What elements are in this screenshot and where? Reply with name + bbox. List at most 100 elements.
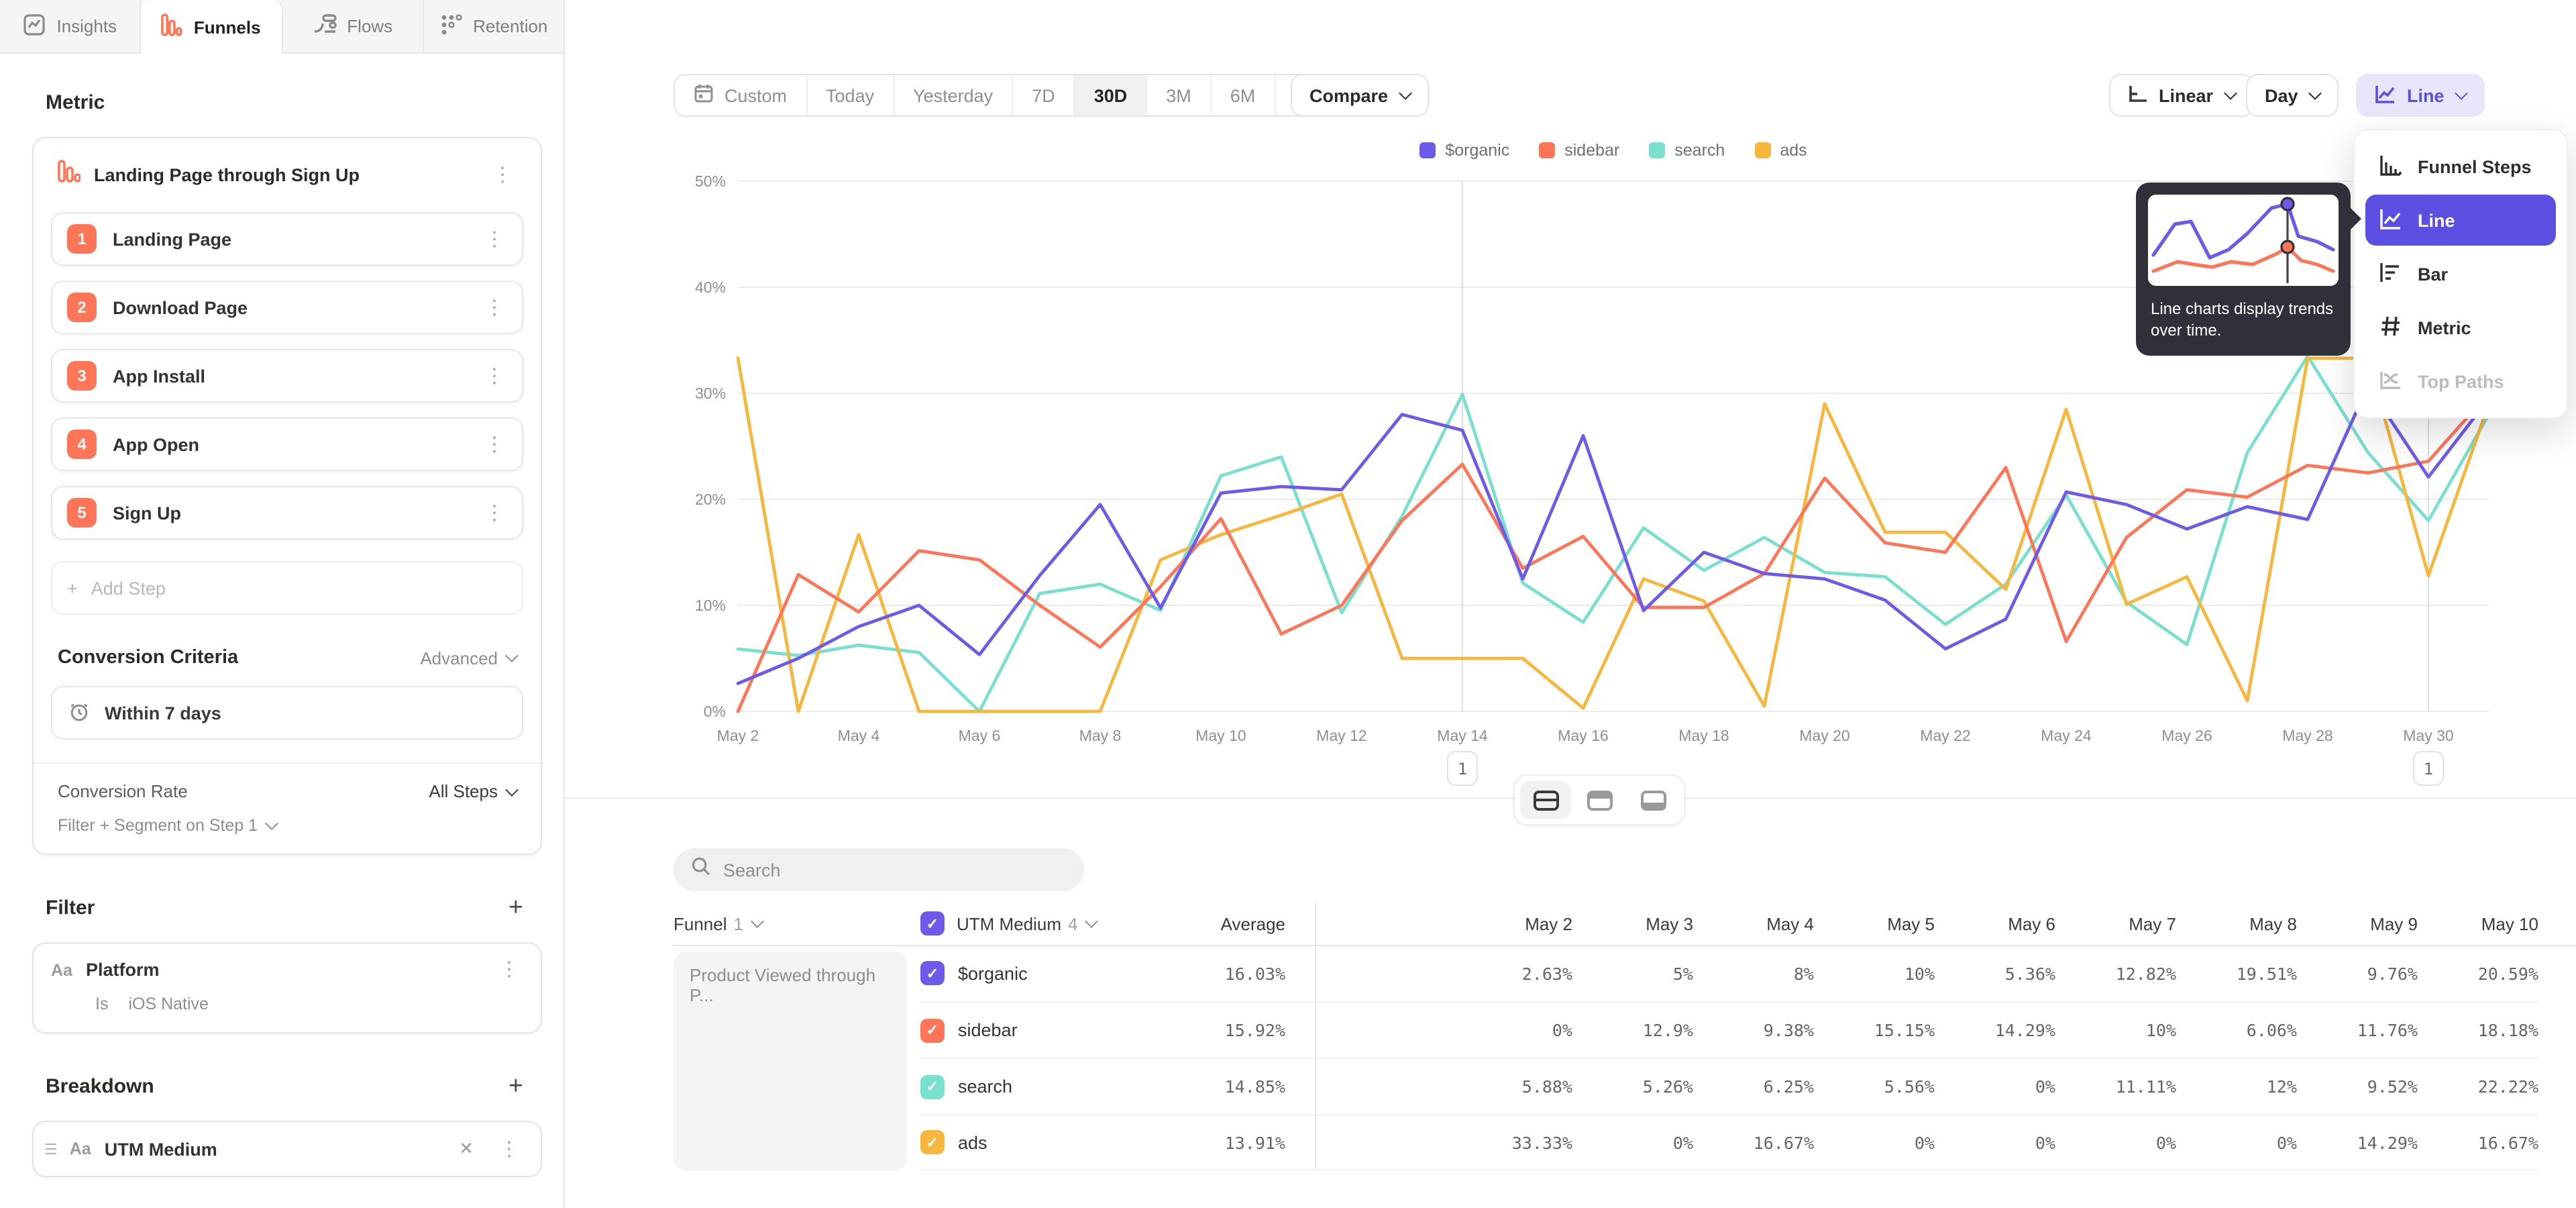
filter-operator[interactable]: Is [95,995,108,1013]
query-builder-sidebar: Metric Landing Page through Sign Up ⋮ 1L… [0,54,565,1208]
day-value: 5.56% [1814,1058,1935,1114]
series-line-sidebar[interactable] [738,393,2489,711]
funnel-kebab-icon[interactable]: ⋮ [488,164,517,185]
day-column-header[interactable]: May 4 [1693,902,1814,945]
advanced-dropdown[interactable]: Advanced [420,648,517,668]
conversion-rate-label: Conversion Rate [58,781,188,801]
breakdown-column-header[interactable]: ✓UTM Medium4 [920,902,1122,945]
date-range-today[interactable]: Today [807,75,894,115]
series-checkbox[interactable]: ✓ [920,1018,945,1042]
breakdown-property-name[interactable]: UTM Medium [105,1139,437,1159]
remove-breakdown-icon[interactable]: ✕ [451,1138,482,1160]
filter-kebab-icon[interactable]: ⋮ [495,960,523,980]
all-steps-dropdown[interactable]: All Steps [429,781,517,801]
day-value: 2.63% [1285,945,1572,1001]
layout-toggle-split-view[interactable] [1520,781,1571,819]
date-range-6m[interactable]: 6M [1212,75,1276,115]
series-checkbox[interactable]: ✓ [920,961,945,985]
compare-button[interactable]: Compare [1291,74,1428,117]
tab-retention[interactable]: Retention [424,0,564,52]
date-range-7d[interactable]: 7D [1013,75,1075,115]
drag-handle-icon[interactable]: ☰ [44,1140,56,1158]
funnel-column-header[interactable]: Funnel1 [674,902,920,945]
layout-toggle-chart-only-view[interactable] [1574,781,1625,819]
x-axis-tick: May 8 [1079,727,1122,744]
day-value: 0% [1935,1114,2055,1170]
day-value: 0% [1572,1114,1693,1170]
conversion-window-button[interactable]: Within 7 days [51,686,523,740]
menu-item-bar[interactable]: Bar [2365,248,2556,299]
average-column-header[interactable]: Average [1122,902,1285,945]
series-checkbox[interactable]: ✓ [920,1130,945,1154]
menu-item-top-paths: Top Paths [2365,356,2556,407]
date-range-picker: CustomTodayYesterday7D30D3M6M12M [674,74,1350,117]
annotation-badge-label: 1 [2424,760,2433,778]
filter-property-name[interactable]: Platform [86,960,482,980]
step-kebab-icon[interactable]: ⋮ [480,366,508,386]
legend-swatch [1649,142,1665,158]
menu-item-funnel-steps[interactable]: Funnel Steps [2365,141,2556,192]
tab-insights[interactable]: Insights [0,0,142,52]
table-search[interactable] [674,848,1084,891]
layout-toggle-table-only-view[interactable] [1627,781,1678,819]
scale-dropdown[interactable]: Linear [2109,74,2253,117]
series-line-ads[interactable] [738,358,2489,711]
search-icon [691,856,711,883]
day-value: 0% [2055,1114,2176,1170]
funnel-step-1[interactable]: 1Landing Page⋮ [51,212,523,266]
x-axis-tick: May 30 [2403,727,2453,744]
filter-value[interactable]: iOS Native [128,995,209,1013]
funnel-step-2[interactable]: 2Download Page⋮ [51,281,523,334]
add-step-button[interactable]: + Add Step [51,561,523,615]
breakdown-kebab-icon[interactable]: ⋮ [495,1139,523,1159]
flows-icon [312,13,336,39]
legend-item-search[interactable]: search [1649,141,1725,160]
menu-item-line[interactable]: Line [2365,195,2556,246]
menu-item-metric[interactable]: Metric [2365,302,2556,353]
funnel-step-3[interactable]: 3App Install⋮ [51,349,523,403]
date-range-custom[interactable]: Custom [675,75,807,115]
series-checkbox[interactable]: ✓ [920,1074,945,1099]
day-value: 12.9% [1572,1001,1693,1058]
step-kebab-icon[interactable]: ⋮ [480,434,508,454]
tab-funnels[interactable]: Funnels [142,0,283,54]
funnel-step-4[interactable]: 4App Open⋮ [51,417,523,471]
day-column-header[interactable]: May 7 [2055,902,2176,945]
filter-segment-dropdown[interactable]: Filter + Segment on Step 1 [58,816,517,835]
retention-icon [439,13,462,40]
day-value: 33.33% [1285,1114,1572,1170]
day-value: 0% [1285,1001,1572,1058]
step-kebab-icon[interactable]: ⋮ [480,297,508,317]
legend-item-organic[interactable]: $organic [1419,141,1509,160]
day-column-header[interactable]: May 10 [2418,902,2538,945]
funnel-step-5[interactable]: 5Sign Up⋮ [51,486,523,540]
tooltip-arrow [2349,207,2361,231]
add-breakdown-button[interactable]: + [508,1074,523,1099]
search-input[interactable] [723,860,1067,880]
step-kebab-icon[interactable]: ⋮ [480,229,508,249]
add-filter-button[interactable]: + [508,895,523,921]
string-type-icon: Aa [51,960,72,979]
day-column-header[interactable]: May 6 [1935,902,2055,945]
granularity-dropdown[interactable]: Day [2246,74,2339,117]
chart-type-dropdown[interactable]: Line [2356,74,2485,117]
day-column-header[interactable]: May 2 [1285,902,1572,945]
step-number-badge: 3 [67,361,97,391]
day-column-header[interactable]: May 3 [1572,902,1693,945]
chevron-down-icon [2308,87,2322,100]
x-axis-tick: May 4 [838,727,880,744]
day-column-header[interactable]: May 5 [1814,902,1935,945]
conversion-criteria-label: Conversion Criteria [58,647,238,668]
series-line-organic[interactable] [738,386,2489,683]
step-kebab-icon[interactable]: ⋮ [480,503,508,523]
day-column-header[interactable]: May 8 [2176,902,2297,945]
date-range-3m[interactable]: 3M [1147,75,1212,115]
day-column-header[interactable]: May 9 [2297,902,2418,945]
legend-item-ads[interactable]: ads [1754,141,1807,160]
tooltip-preview-chart [2148,195,2339,286]
table-row-series-sidebar: ✓sidebar [920,1001,1122,1058]
tab-flows[interactable]: Flows [282,0,424,52]
legend-item-sidebar[interactable]: sidebar [1539,141,1619,160]
date-range-yesterday[interactable]: Yesterday [894,75,1013,115]
date-range-30d[interactable]: 30D [1075,75,1148,115]
